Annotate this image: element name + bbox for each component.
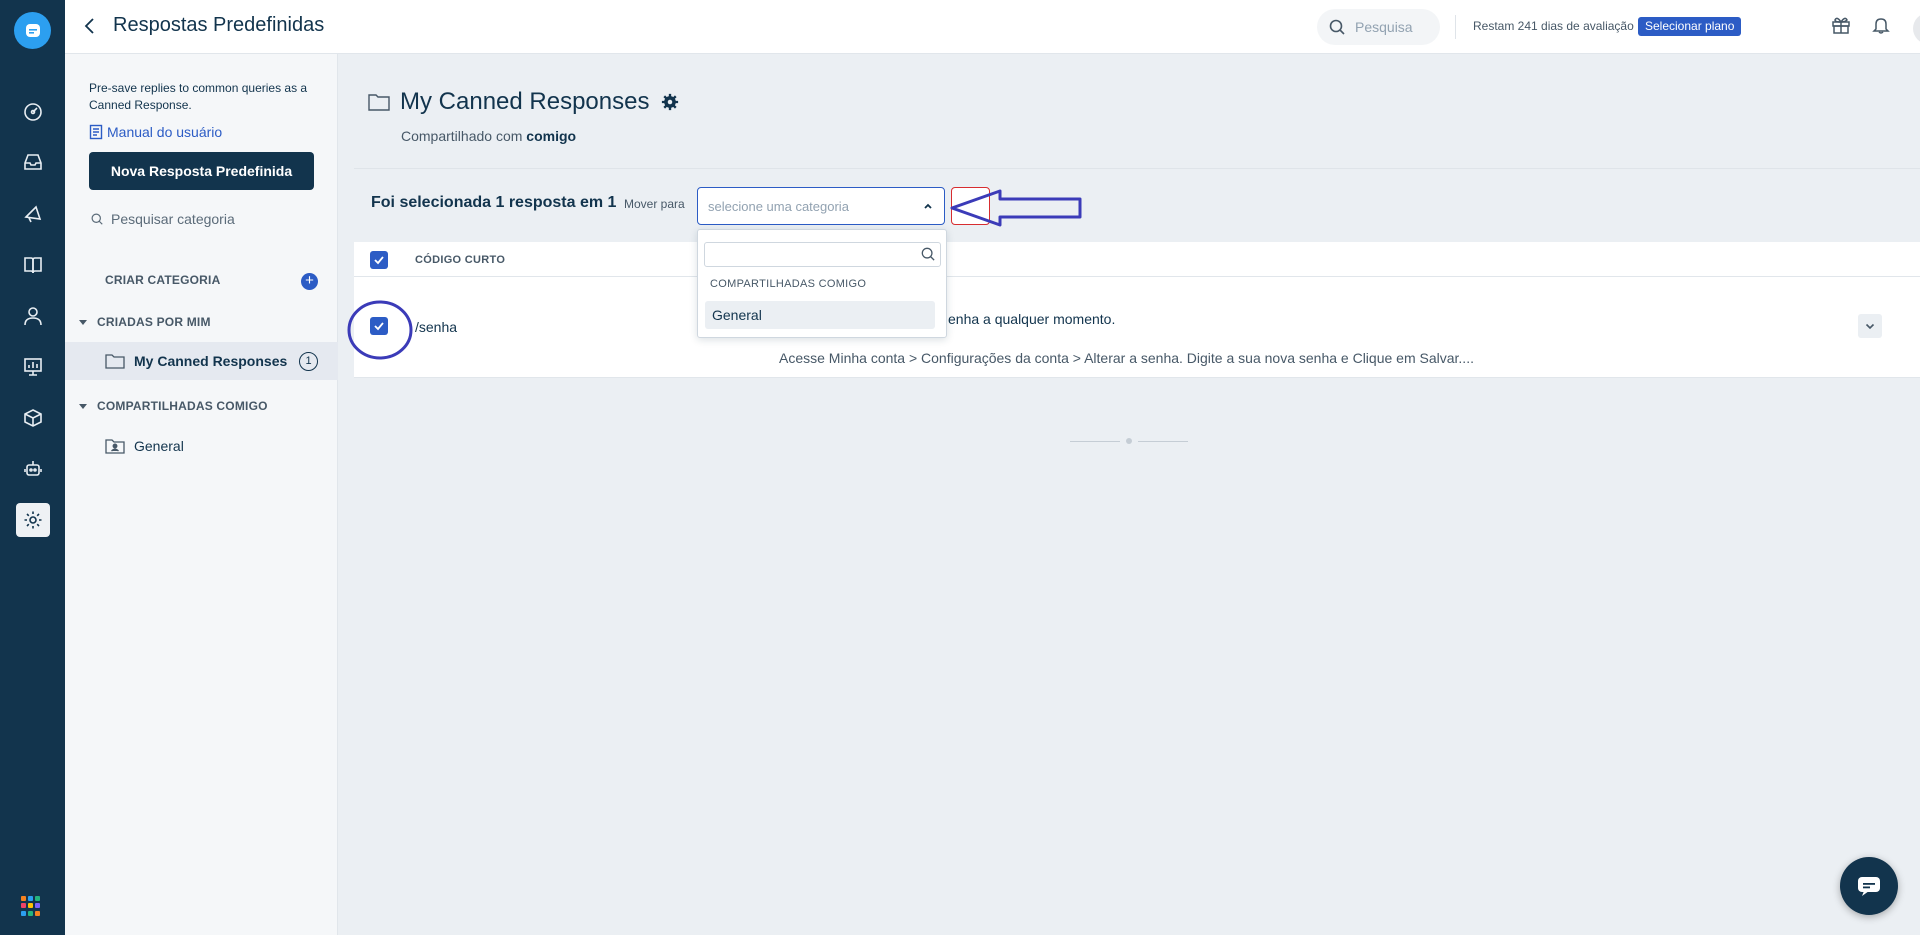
chat-widget-button[interactable] bbox=[1840, 857, 1898, 915]
search-icon bbox=[91, 213, 103, 225]
select-plan-button[interactable]: Selecionar plano bbox=[1638, 17, 1742, 36]
sidebar-description: Pre-save replies to common queries as a … bbox=[89, 81, 308, 112]
trial-text: Restam 241 dias de avaliação bbox=[1473, 19, 1634, 33]
folder-count-badge: 1 bbox=[299, 351, 318, 371]
box-icon[interactable] bbox=[16, 401, 50, 435]
settings-gear-icon[interactable] bbox=[16, 503, 50, 537]
move-confirm-button[interactable] bbox=[951, 187, 990, 225]
folder-settings-gear-icon[interactable] bbox=[661, 93, 679, 111]
move-to-label: Mover para bbox=[624, 197, 685, 211]
group-shared-with-me[interactable]: COMPARTILHADAS COMIGO bbox=[79, 399, 268, 413]
new-canned-response-button[interactable]: Nova Resposta Predefinida bbox=[89, 152, 314, 190]
folder-my-canned-responses[interactable]: My Canned Responses 1 bbox=[65, 342, 338, 380]
add-category-icon[interactable]: + bbox=[301, 273, 318, 290]
reports-icon[interactable] bbox=[16, 350, 50, 384]
nav-rail bbox=[0, 0, 65, 935]
global-search[interactable]: Pesquisa bbox=[1317, 9, 1440, 45]
check-icon bbox=[374, 256, 384, 265]
search-icon bbox=[921, 247, 935, 261]
apps-grid-icon[interactable] bbox=[21, 896, 41, 916]
caret-down-icon bbox=[79, 320, 87, 325]
loading-indicator bbox=[1070, 438, 1188, 444]
folder-general[interactable]: General bbox=[65, 427, 338, 465]
category-select-placeholder: selecione uma categoria bbox=[708, 198, 849, 214]
dropdown-option-general[interactable]: General bbox=[705, 301, 935, 329]
user-avatar[interactable]: F bbox=[1913, 13, 1920, 44]
shared-folder-icon bbox=[105, 439, 125, 454]
selection-count-text: Foi selecionada 1 resposta em 1 bbox=[371, 194, 617, 211]
freshdesk-logo-icon[interactable] bbox=[14, 12, 51, 49]
page-head: My Canned Responses bbox=[368, 88, 679, 116]
top-header: Respostas Predefinidas Pesquisa Restam 2… bbox=[65, 0, 1920, 54]
group-shared-with-me-label: COMPARTILHADAS COMIGO bbox=[97, 399, 268, 413]
folder-icon bbox=[105, 354, 125, 369]
search-icon bbox=[1329, 19, 1345, 35]
category-dropdown: COMPARTILHADAS COMIGO General bbox=[697, 229, 947, 338]
select-all-checkbox[interactable] bbox=[370, 251, 388, 269]
dropdown-search-input[interactable] bbox=[704, 242, 941, 267]
knowledge-book-icon[interactable] bbox=[16, 248, 50, 282]
gift-icon[interactable] bbox=[1831, 15, 1851, 40]
page-header-title: Respostas Predefinidas bbox=[113, 14, 325, 36]
group-created-by-me[interactable]: CRIADAS POR MIM bbox=[79, 315, 211, 329]
back-arrow-icon[interactable] bbox=[80, 16, 100, 36]
chat-icon bbox=[1858, 877, 1880, 896]
category-search-input[interactable]: Pesquisar categoria bbox=[91, 211, 235, 227]
row-content: Acesse Minha conta > Configurações da co… bbox=[779, 350, 1474, 366]
search-placeholder: Pesquisa bbox=[1355, 19, 1413, 35]
dropdown-group-label: COMPARTILHADAS COMIGO bbox=[710, 278, 867, 290]
manual-book-icon bbox=[89, 124, 103, 140]
folder-label: General bbox=[134, 438, 184, 454]
row-expand-button[interactable] bbox=[1858, 314, 1882, 338]
dashboard-icon[interactable] bbox=[16, 95, 50, 129]
row-checkbox[interactable] bbox=[370, 317, 388, 335]
shared-with-text: Compartilhado com comigo bbox=[401, 128, 576, 144]
table-row[interactable]: /senha enha a qualquer momento. Acesse M… bbox=[354, 277, 1920, 378]
chevron-up-icon bbox=[924, 203, 932, 209]
row-short-code: /senha bbox=[415, 319, 458, 335]
row-title: enha a qualquer momento. bbox=[948, 311, 1116, 327]
user-manual-link[interactable]: Manual do usuário bbox=[89, 124, 222, 140]
category-select[interactable]: selecione uma categoria bbox=[697, 187, 945, 225]
contacts-icon[interactable] bbox=[16, 299, 50, 333]
category-sidebar: Pre-save replies to common queries as a … bbox=[65, 54, 338, 935]
notification-bell-icon[interactable] bbox=[1871, 15, 1891, 40]
header-divider bbox=[1455, 15, 1456, 39]
category-search-placeholder: Pesquisar categoria bbox=[111, 211, 235, 227]
responses-table: CÓDIGO CURTO /senha enha a qualquer mome… bbox=[354, 242, 1920, 378]
folder-icon bbox=[368, 94, 390, 111]
check-icon bbox=[374, 322, 384, 331]
table-header: CÓDIGO CURTO bbox=[354, 242, 1920, 277]
user-manual-label: Manual do usuário bbox=[107, 124, 223, 140]
page-title: My Canned Responses bbox=[400, 88, 650, 115]
shared-with-value: comigo bbox=[526, 128, 577, 144]
main-content: My Canned Responses Compartilhado com co… bbox=[338, 54, 1920, 935]
megaphone-icon[interactable] bbox=[16, 197, 50, 231]
column-short-code: CÓDIGO CURTO bbox=[415, 254, 506, 266]
chevron-down-icon bbox=[1865, 323, 1875, 330]
folder-label: My Canned Responses bbox=[134, 353, 288, 369]
group-created-by-me-label: CRIADAS POR MIM bbox=[97, 315, 211, 329]
bot-icon[interactable] bbox=[16, 452, 50, 486]
shared-prefix: Compartilhado com bbox=[401, 128, 523, 144]
inbox-icon[interactable] bbox=[16, 145, 50, 179]
caret-down-icon bbox=[79, 404, 87, 409]
head-divider bbox=[354, 168, 1920, 169]
create-category-label[interactable]: CRIAR CATEGORIA bbox=[105, 273, 220, 287]
